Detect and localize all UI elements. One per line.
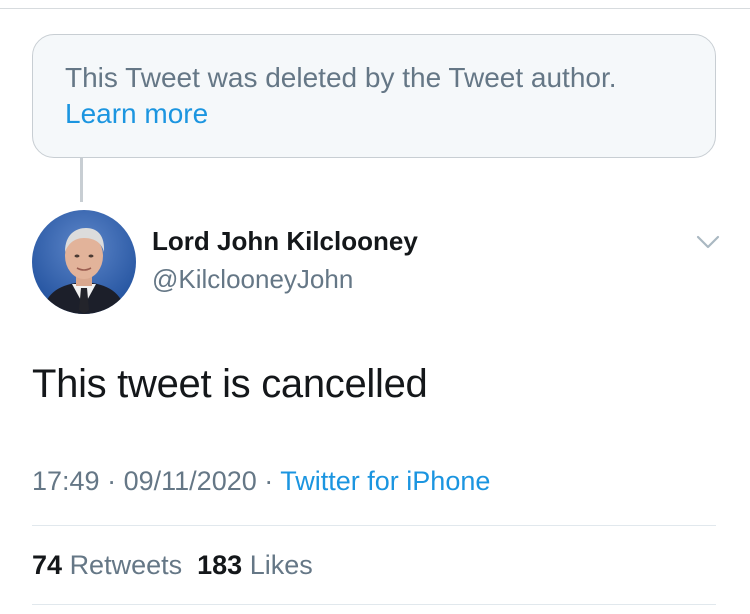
avatar-image	[32, 210, 136, 314]
tweet-source-link[interactable]: Twitter for iPhone	[280, 466, 490, 496]
tweet-meta: 17:49 · 09/11/2020 · Twitter for iPhone	[32, 466, 490, 497]
meta-separator: ·	[264, 466, 274, 496]
top-divider	[0, 8, 750, 9]
chevron-down-icon[interactable]	[694, 228, 722, 256]
divider	[32, 604, 716, 605]
deleted-tweet-notice: This Tweet was deleted by the Tweet auth…	[32, 34, 716, 158]
likes-count: 183	[197, 550, 243, 580]
likes-stat[interactable]: 183 Likes	[197, 550, 313, 580]
retweets-label: Retweets	[69, 550, 183, 580]
tweet-date[interactable]: 09/11/2020	[124, 466, 257, 496]
likes-label: Likes	[249, 550, 313, 580]
deleted-notice-text: This Tweet was deleted by the Tweet auth…	[65, 62, 617, 93]
avatar[interactable]	[32, 210, 136, 314]
tweet-text: This tweet is cancelled	[32, 362, 428, 406]
learn-more-link[interactable]: Learn more	[65, 96, 685, 132]
author-display-name[interactable]: Lord John Kilclooney	[152, 226, 418, 257]
tweet-stats: 74 Retweets 183 Likes	[32, 550, 313, 581]
retweets-count: 74	[32, 550, 63, 580]
author-handle[interactable]: @KilclooneyJohn	[152, 264, 353, 295]
retweets-stat[interactable]: 74 Retweets	[32, 550, 182, 580]
meta-separator: ·	[107, 466, 117, 496]
tweet-time[interactable]: 17:49	[32, 466, 100, 496]
divider	[32, 525, 716, 526]
thread-connector-line	[80, 158, 83, 202]
